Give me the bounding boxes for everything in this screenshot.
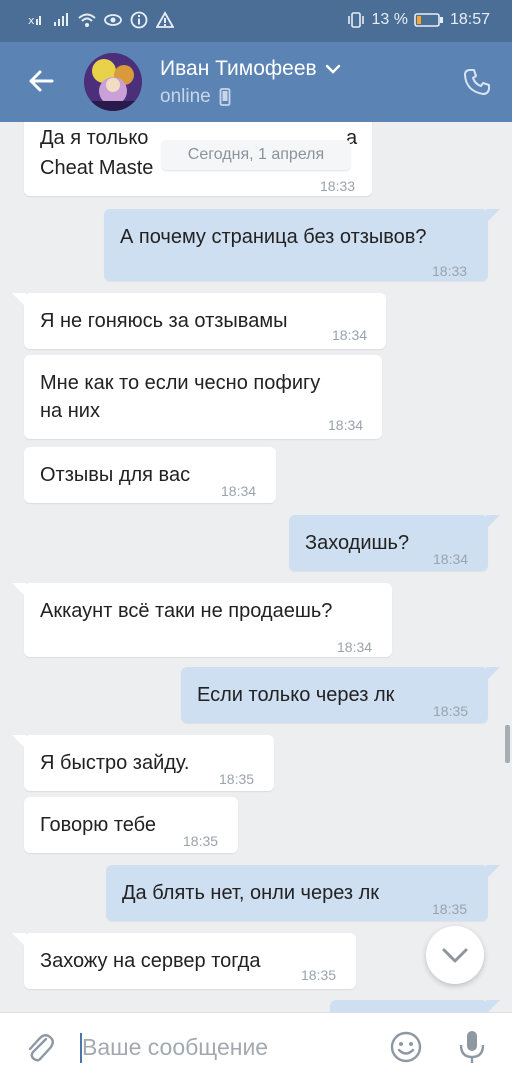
bubble-tail [486,667,500,681]
wifi-icon [78,13,96,27]
phone-icon[interactable] [462,67,492,97]
message-text: А почему страница без отзывов? [120,226,427,248]
message-time: 18:34 [328,417,364,433]
message-text: Мне как то если чесно пофигу [40,372,321,394]
bubble-tail [486,209,500,223]
message-list[interactable]: Да я только а Cheat Maste 18:33 А почему… [0,122,512,1012]
message-bubble-outgoing[interactable]: Заходишь? 18:34 [289,515,500,571]
message-time: 18:35 [219,771,255,787]
message-time: 18:33 [432,263,468,279]
message-bubble-outgoing[interactable]: Если только через лк 18:35 [181,667,500,723]
message-bubble-incoming[interactable]: Отзывы для вас 18:34 [24,447,276,503]
message-text: Говорю тебе [40,814,157,836]
message-text: Заходишь? [305,532,410,554]
message-bubble-incoming[interactable]: Я быстро зайду. 18:35 [12,735,274,791]
bubble-tail [12,933,26,947]
status-right: 13 % 18:57 [347,11,490,29]
contact-status-row: online [160,86,231,108]
status-left-icons: x [26,11,174,29]
signal-icon [54,13,68,26]
scrollbar-thumb[interactable] [505,725,510,763]
avatar[interactable] [84,53,142,111]
message-time: 18:35 [433,703,469,719]
message-text: Я не гоняюсь за отзывамы [40,310,288,332]
status-bar: x 13 % 18:57 [0,0,512,42]
contact-name-row[interactable]: Иван Тимофеев [160,57,341,81]
message-bubble-outgoing[interactable]: А почему страница без отзывов? 18:33 [104,209,500,281]
emoji-smile-icon[interactable] [390,1031,422,1063]
bubble-tail [486,515,500,529]
eye-icon [104,14,122,26]
warning-icon [156,11,174,28]
info-icon [130,11,148,29]
message-time: 18:34 [433,551,469,567]
message-bubble-outgoing-partial[interactable] [330,1000,500,1012]
contact-name: Иван Тимофеев [160,57,317,80]
attach-paperclip-icon[interactable] [22,1029,56,1065]
bubble-tail [486,1000,500,1012]
bubble-tail [12,583,26,597]
avatar-image [84,53,142,111]
microphone-icon[interactable] [458,1029,486,1065]
bubble-tail [12,293,26,307]
chat-header: Иван Тимофеев online [0,42,512,122]
battery-percent: 13 % [371,11,408,28]
vibrate-icon [348,12,365,28]
message-text: Отзывы для вас [40,464,191,486]
chevron-down-icon [442,948,468,963]
message-text: Аккаунт всё таки не продаешь? [40,600,333,622]
no-sim-icon: x [28,14,41,27]
message-bubble-outgoing[interactable]: Да блять нет, онли через лк 18:35 [106,865,500,921]
message-time: 18:33 [320,178,356,194]
message-composer: Ваше сообщение [0,1012,512,1081]
message-bubble-incoming[interactable]: Я не гоняюсь за отзывамы 18:34 [12,293,386,349]
message-text-line2: на них [40,400,100,422]
battery-icon [414,13,443,27]
message-time: 18:34 [332,327,368,343]
message-time: 18:34 [337,639,373,655]
message-bubble-incoming[interactable]: Мне как то если чесно пофигу на них 18:3… [24,355,382,439]
message-text: Я быстро зайду. [40,752,190,774]
message-time: 18:35 [432,901,468,917]
contact-status: online [160,86,211,107]
svg-text:x: x [28,14,35,27]
bubble-tail [12,735,26,749]
bubble-tail [486,865,500,879]
message-input[interactable]: Ваше сообщение [82,1034,268,1061]
mobile-device-icon [219,88,231,106]
message-text: Да я только [40,127,149,149]
message-time: 18:34 [221,483,257,499]
message-bubble-incoming[interactable]: Захожу на сервер тогда 18:35 [12,933,356,989]
back-arrow-icon[interactable] [26,66,56,96]
chevron-down-icon [325,64,340,74]
date-badge: Сегодня, 1 апреля [162,140,350,170]
message-time: 18:35 [183,833,219,849]
message-text: Если только через лк [197,684,395,706]
clock: 18:57 [449,11,490,28]
message-bubble-incoming[interactable]: Говорю тебе 18:35 [24,797,238,853]
message-text: Захожу на сервер тогда [40,950,261,972]
message-time: 18:35 [301,967,337,983]
message-text: Да блять нет, онли через лк [122,882,380,904]
message-text-line2: Cheat Maste [40,157,154,179]
message-bubble-incoming[interactable]: Аккаунт всё таки не продаешь? 18:34 [12,583,392,657]
scroll-to-bottom-button[interactable] [426,926,484,984]
